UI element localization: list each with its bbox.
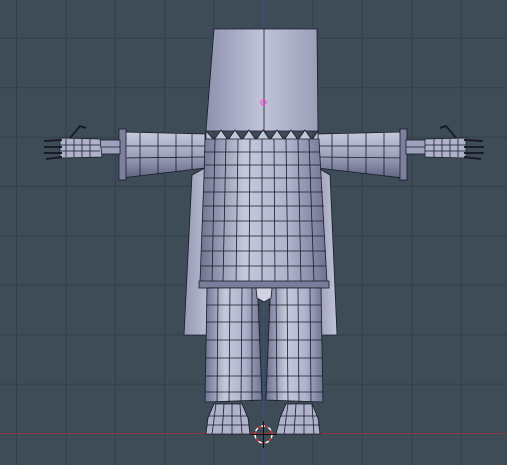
3d-viewport[interactable] [0, 0, 507, 465]
torso [199, 138, 328, 283]
left-leg [204, 287, 263, 403]
head [205, 28, 319, 132]
right-leg [265, 287, 324, 403]
left-foot [205, 403, 251, 435]
belt [198, 280, 330, 289]
